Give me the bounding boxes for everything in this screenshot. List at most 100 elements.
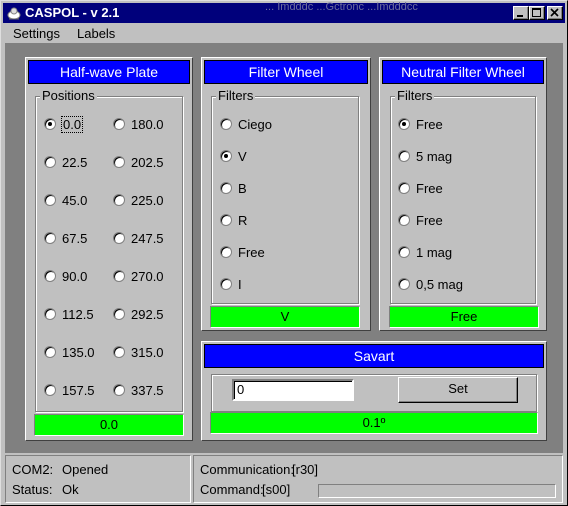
halfwave-option-135-0[interactable]: 135.0 <box>44 344 95 360</box>
neutral-filter-option-2[interactable]: Free <box>398 180 443 196</box>
app-window: CASPOL - v 2.1 ... Imdddc ...Gctronc ...… <box>0 0 568 506</box>
halfwave-option-22-5[interactable]: 22.5 <box>44 154 87 170</box>
radio-indicator[interactable] <box>398 246 410 258</box>
radio-label: Ciego <box>238 116 272 132</box>
radio-indicator[interactable] <box>113 346 125 358</box>
radio-label: Free <box>416 180 443 196</box>
status-value: Ok <box>62 482 79 497</box>
halfwave-option-90-0[interactable]: 90.0 <box>44 268 87 284</box>
radio-indicator[interactable] <box>44 384 56 396</box>
halfwave-title: Half-wave Plate <box>28 60 190 84</box>
radio-label: 337.5 <box>131 382 164 398</box>
filter-option-3[interactable]: R <box>220 212 247 228</box>
radio-indicator[interactable] <box>398 150 410 162</box>
radio-indicator[interactable] <box>220 214 232 226</box>
close-button[interactable] <box>547 6 563 20</box>
filter-option-1[interactable]: V <box>220 148 247 164</box>
savart-title: Savart <box>204 344 544 368</box>
savart-input[interactable]: 0 <box>232 379 354 401</box>
filter-wheel-status: V <box>210 306 360 328</box>
savart-panel: Savart 0 Set 0.1º <box>201 341 547 441</box>
filter-option-4[interactable]: Free <box>220 244 265 260</box>
halfwave-panel: Half-wave Plate Positions 0.0 0.0 180.0 22… <box>25 57 193 441</box>
halfwave-option-67-5[interactable]: 67.5 <box>44 230 87 246</box>
halfwave-option-315-0[interactable]: 315.0 <box>113 344 164 360</box>
radio-label: 5 mag <box>416 148 453 164</box>
halfwave-option-270-0[interactable]: 270.0 <box>113 268 164 284</box>
radio-indicator[interactable] <box>113 118 125 130</box>
radio-indicator[interactable] <box>44 346 56 358</box>
radio-indicator[interactable] <box>44 118 56 130</box>
radio-indicator[interactable] <box>113 308 125 320</box>
minimize-icon <box>517 15 523 17</box>
radio-label: 135.0 <box>62 344 95 360</box>
radio-indicator[interactable] <box>44 156 56 168</box>
filter-option-5[interactable]: I <box>220 276 242 292</box>
radio-indicator[interactable] <box>113 270 125 282</box>
neutral-filter-title: Neutral Filter Wheel <box>382 60 544 84</box>
halfwave-option-180-0[interactable]: 180.0 <box>113 116 164 132</box>
filter-option-2[interactable]: B <box>220 180 247 196</box>
status-label: Status: <box>12 482 53 497</box>
radio-indicator[interactable] <box>220 278 232 290</box>
neutral-filter-status: Free <box>389 306 539 328</box>
radio-indicator[interactable] <box>44 194 56 206</box>
radio-label: 157.5 <box>62 382 95 398</box>
menu-labels[interactable]: Labels <box>77 26 115 41</box>
minimize-button[interactable] <box>513 6 529 20</box>
radio-indicator[interactable] <box>113 384 125 396</box>
halfwave-option-292-5[interactable]: 292.5 <box>113 306 164 322</box>
neutral-filter-option-1[interactable]: 5 mag <box>398 148 452 164</box>
radio-label: 22.5 <box>62 154 88 170</box>
filter-option-0[interactable]: Ciego <box>220 116 272 132</box>
menu-settings[interactable]: Settings <box>13 26 60 41</box>
radio-label: 247.5 <box>131 230 164 246</box>
radio-indicator[interactable] <box>398 278 410 290</box>
halfwave-option-0-0[interactable]: 0.0 <box>44 115 84 133</box>
positions-label: Positions <box>40 88 97 103</box>
savart-status: 0.1º <box>210 412 538 434</box>
neutral-filter-option-3[interactable]: Free <box>398 212 443 228</box>
halfwave-option-157-5[interactable]: 157.5 <box>44 382 95 398</box>
radio-indicator[interactable] <box>398 118 410 130</box>
neutral-filter-option-4[interactable]: 1 mag <box>398 244 452 260</box>
halfwave-option-45-0[interactable]: 45.0 <box>44 192 87 208</box>
neutral-filter-group-label: Filters <box>395 88 435 103</box>
neutral-filter-option-0[interactable]: Free <box>398 116 443 132</box>
radio-indicator[interactable] <box>44 308 56 320</box>
radio-indicator[interactable] <box>113 232 125 244</box>
status-pane-connection: COM2: Opened Status: Ok <box>5 455 191 503</box>
filter-wheel-group-label: Filters <box>216 88 256 103</box>
radio-label: B <box>238 180 247 196</box>
halfwave-option-225-0[interactable]: 225.0 <box>113 192 164 208</box>
halfwave-status: 0.0 <box>34 414 184 436</box>
radio-indicator[interactable] <box>113 156 125 168</box>
radio-indicator[interactable] <box>220 118 232 130</box>
radio-indicator[interactable] <box>220 182 232 194</box>
halfwave-option-112-5[interactable]: 112.5 <box>44 306 94 322</box>
radio-label: 90.0 <box>62 268 88 284</box>
radio-indicator[interactable] <box>398 182 410 194</box>
radio-label: 0.0 <box>60 115 84 133</box>
radio-indicator[interactable] <box>220 246 232 258</box>
radio-label: 0,5 mag <box>416 276 463 292</box>
radio-label: 315.0 <box>131 344 164 360</box>
radio-indicator[interactable] <box>44 270 56 282</box>
savart-set-button[interactable]: Set <box>398 377 518 403</box>
neutral-filter-option-5[interactable]: 0,5 mag <box>398 276 463 292</box>
title-bar[interactable]: CASPOL - v 2.1 ... Imdddc ...Gctronc ...… <box>3 1 565 23</box>
filter-wheel-panel: Filter Wheel Filters V Ciego V B R Free I <box>201 57 371 331</box>
radio-label: 270.0 <box>131 268 164 284</box>
radio-label: 1 mag <box>416 244 453 260</box>
maximize-button[interactable] <box>529 6 545 20</box>
radio-indicator[interactable] <box>113 194 125 206</box>
radio-indicator[interactable] <box>398 214 410 226</box>
radio-indicator[interactable] <box>44 232 56 244</box>
radio-indicator[interactable] <box>220 150 232 162</box>
radio-label: 202.5 <box>131 154 164 170</box>
halfwave-option-337-5[interactable]: 337.5 <box>113 382 164 398</box>
halfwave-option-202-5[interactable]: 202.5 <box>113 154 164 170</box>
halfwave-option-247-5[interactable]: 247.5 <box>113 230 164 246</box>
status-pane-communication: Communication: [r30] Command: [s00] <box>193 455 563 503</box>
neutral-filter-panel: Neutral Filter Wheel Filters Free Free 5 … <box>379 57 547 331</box>
